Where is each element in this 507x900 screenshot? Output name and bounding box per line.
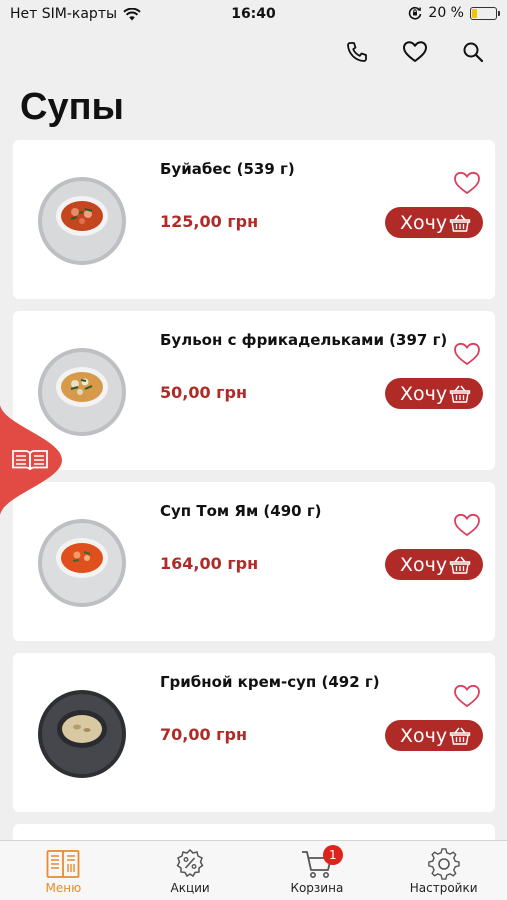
search-icon xyxy=(463,42,484,63)
status-right: 20 % xyxy=(408,5,500,21)
side-menu-tab[interactable] xyxy=(0,405,62,515)
heart-outline-icon[interactable] xyxy=(453,341,481,367)
phone-button[interactable] xyxy=(343,38,371,66)
product-name[interactable]: Буйабес (539 г) xyxy=(160,160,295,178)
bouillabaisse-photo xyxy=(38,177,126,265)
product-name[interactable]: Бульон с фрикадельками (397 г) xyxy=(160,331,447,349)
product-price: 125,00 грн xyxy=(160,212,259,231)
want-button-label: Хочу xyxy=(400,382,448,405)
want-button-label: Хочу xyxy=(400,211,448,234)
header-actions xyxy=(343,38,487,66)
search-button[interactable] xyxy=(459,38,487,66)
tab-label: Корзина xyxy=(290,881,344,895)
tab-label: Акции xyxy=(170,881,210,895)
battery-icon xyxy=(470,6,500,20)
tab-label: Настройки xyxy=(409,881,478,895)
heart-outline-icon[interactable] xyxy=(453,683,481,709)
tab-menu[interactable]: Меню xyxy=(0,841,127,900)
mushroom-cream-soup-photo xyxy=(38,690,126,778)
cart-badge: 1 xyxy=(322,845,343,865)
product-list[interactable]: Буйабес (539 г) 125,00 грн Хочу Бульон с… xyxy=(13,140,495,856)
side-tab-shape xyxy=(0,405,62,515)
product-name[interactable]: Грибной крем-суп (492 г) xyxy=(160,673,380,691)
basket-icon xyxy=(449,214,471,232)
heart-icon xyxy=(403,41,427,62)
phone-icon xyxy=(347,42,367,62)
discount-gear-icon xyxy=(176,848,204,878)
want-button-label: Хочу xyxy=(400,553,448,576)
product-price: 164,00 грн xyxy=(160,554,259,573)
tab-promotions[interactable]: Акции xyxy=(127,841,254,900)
product-card[interactable]: Грибной крем-суп (492 г) 70,00 грн Хочу xyxy=(13,653,495,812)
page-title: Супы xyxy=(20,86,124,128)
favorites-button[interactable] xyxy=(401,38,429,66)
product-card[interactable]: Суп Том Ям (490 г) 164,00 грн Хочу xyxy=(13,482,495,641)
heart-outline-icon[interactable] xyxy=(453,170,481,196)
product-price: 50,00 грн xyxy=(160,383,248,402)
want-button[interactable]: Хочу xyxy=(385,207,483,238)
basket-icon xyxy=(449,556,471,574)
heart-outline-icon[interactable] xyxy=(453,512,481,538)
orientation-lock-icon xyxy=(409,6,422,20)
tab-label: Меню xyxy=(45,881,82,895)
want-button-label: Хочу xyxy=(400,724,448,747)
tab-cart[interactable]: 1 Корзина xyxy=(254,841,381,900)
product-name[interactable]: Суп Том Ям (490 г) xyxy=(160,502,322,520)
status-bar: Нет SIM-карты 16:40 20 % xyxy=(0,0,507,28)
want-button[interactable]: Хочу xyxy=(385,720,483,751)
menu-book-icon xyxy=(46,850,80,878)
want-button[interactable]: Хочу xyxy=(385,549,483,580)
basket-icon xyxy=(449,385,471,403)
tom-yum-photo xyxy=(38,519,126,607)
product-card[interactable]: Буйабес (539 г) 125,00 грн Хочу xyxy=(13,140,495,299)
product-price: 70,00 грн xyxy=(160,725,248,744)
product-card[interactable]: Бульон с фрикадельками (397 г) 50,00 грн… xyxy=(13,311,495,470)
battery-percent: 20 % xyxy=(428,5,464,21)
settings-gear-icon xyxy=(427,848,460,880)
bottom-tab-bar: Меню Акции 1 Корзина Настройки xyxy=(0,840,507,900)
tab-settings[interactable]: Настройки xyxy=(380,841,507,900)
want-button[interactable]: Хочу xyxy=(385,378,483,409)
battery-level-fill xyxy=(472,8,477,18)
basket-icon xyxy=(449,727,471,745)
